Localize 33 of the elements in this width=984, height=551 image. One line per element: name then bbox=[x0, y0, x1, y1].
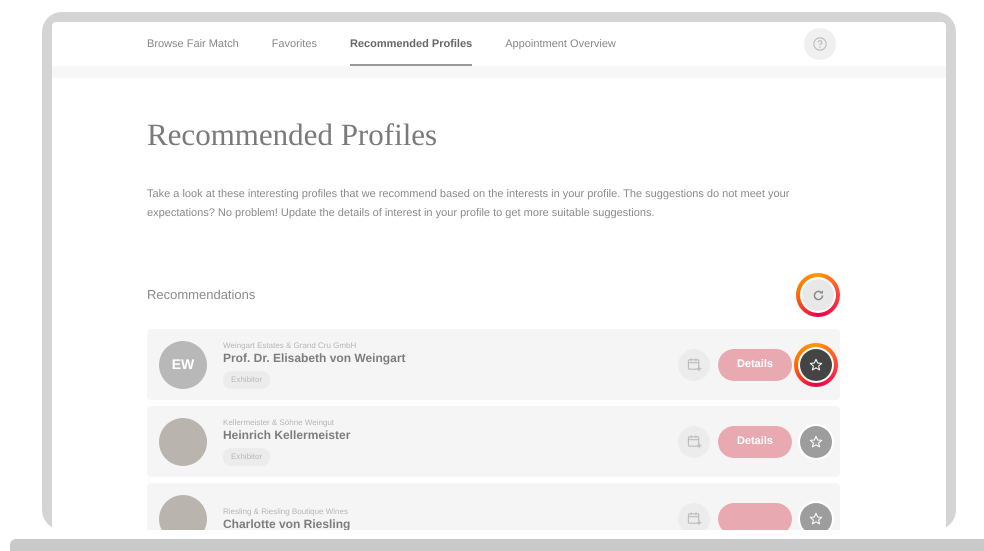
avatar-initials: EW bbox=[159, 340, 207, 389]
profile-name: Prof. Dr. Elisabeth von Weingart bbox=[223, 350, 406, 366]
photo-placeholder bbox=[159, 494, 207, 530]
star-icon bbox=[809, 512, 823, 526]
company-name: Riesling & Riesling Boutique Wines bbox=[223, 506, 349, 517]
help-icon bbox=[813, 37, 827, 51]
help-button[interactable] bbox=[804, 28, 836, 60]
section-heading: Recommendations bbox=[147, 286, 256, 304]
photo-placeholder bbox=[159, 418, 207, 466]
calendar-add-icon bbox=[686, 434, 702, 450]
page-title: Recommended Profiles bbox=[147, 116, 438, 154]
calendar-add-button[interactable] bbox=[678, 502, 710, 530]
nav-tab[interactable]: Browse Fair Match bbox=[147, 22, 239, 66]
calendar-add-icon bbox=[686, 357, 702, 372]
company-name: Weingart Estates & Grand Cru GmbH bbox=[223, 340, 358, 351]
nav-tab[interactable]: Favorites bbox=[272, 22, 317, 66]
star-icon bbox=[809, 434, 823, 449]
nav-tab[interactable]: Recommended Profiles bbox=[350, 22, 472, 66]
refresh-icon bbox=[812, 288, 824, 302]
profile-name: Charlotte von Riesling bbox=[223, 516, 352, 530]
nav-tab[interactable]: Appointment Overview bbox=[505, 22, 616, 66]
details-button[interactable]: Details bbox=[718, 426, 792, 458]
star-icon bbox=[809, 358, 823, 372]
calendar-add-button[interactable] bbox=[678, 348, 710, 381]
page-description: Take a look at these interesting profiles that we recommend based on the interests in your profile. The suggestions do not meet your expectations? No problem! Update the details of interest in your profile to get more suitable suggestions. bbox=[147, 187, 790, 222]
details-button[interactable] bbox=[718, 502, 792, 530]
refresh-button[interactable] bbox=[802, 279, 834, 312]
favorite-button[interactable] bbox=[800, 348, 832, 381]
details-button[interactable]: Details bbox=[718, 348, 792, 381]
calendar-add-button[interactable] bbox=[678, 426, 710, 458]
calendar-add-icon bbox=[686, 511, 702, 526]
company-name: Kellermeister & Söhne Weingut bbox=[223, 416, 336, 428]
profile-name: Heinrich Kellermeister bbox=[223, 428, 352, 443]
